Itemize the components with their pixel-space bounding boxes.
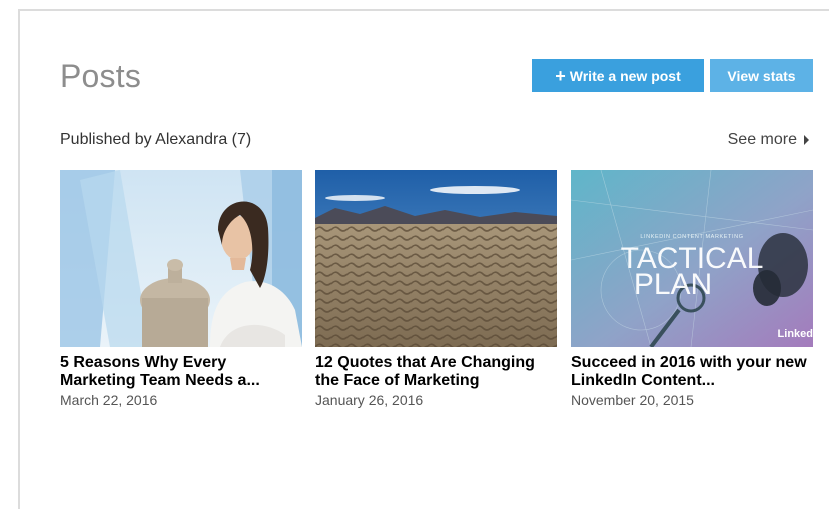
post-card[interactable]: 5 Reasons Why Every Marketing Team Needs… — [60, 170, 302, 408]
graphic-line2: PLAN — [634, 268, 712, 301]
page-title: Posts — [60, 58, 142, 94]
see-more-label: See more — [727, 131, 797, 148]
caret-right-icon — [804, 135, 809, 145]
post-title[interactable]: 12 Quotes that Are Changing the Face of … — [315, 354, 557, 390]
post-date: January 26, 2016 — [315, 392, 424, 408]
post-card[interactable]: 12 Quotes that Are Changing the Face of … — [315, 170, 557, 408]
write-new-post-label: Write a new post — [569, 67, 681, 84]
see-more-link[interactable]: See more — [728, 131, 809, 149]
graphic-corner-text: Linked — [778, 328, 813, 340]
post-title[interactable]: 5 Reasons Why Every Marketing Team Needs… — [60, 354, 302, 390]
post-card[interactable]: LINKEDIN CONTENT MARKETING TACTICAL PLAN… — [571, 170, 813, 408]
published-count-label: Published by Alexandra (7) — [60, 131, 252, 148]
graphic-caption: LINKEDIN CONTENT MARKETING — [640, 234, 743, 240]
post-date: November 20, 2015 — [571, 392, 694, 408]
post-thumbnail-tactical-plan[interactable]: LINKEDIN CONTENT MARKETING TACTICAL PLAN… — [571, 170, 813, 347]
view-stats-button[interactable]: View stats — [710, 59, 813, 92]
write-new-post-button[interactable]: + Write a new post — [532, 59, 704, 92]
plus-icon: + — [555, 65, 566, 86]
post-thumbnail-desert-dunes[interactable] — [315, 170, 557, 347]
post-title[interactable]: Succeed in 2016 with your new LinkedIn C… — [571, 354, 813, 390]
post-thumbnail-woman-city[interactable] — [60, 170, 302, 347]
post-date: March 22, 2016 — [60, 392, 158, 408]
